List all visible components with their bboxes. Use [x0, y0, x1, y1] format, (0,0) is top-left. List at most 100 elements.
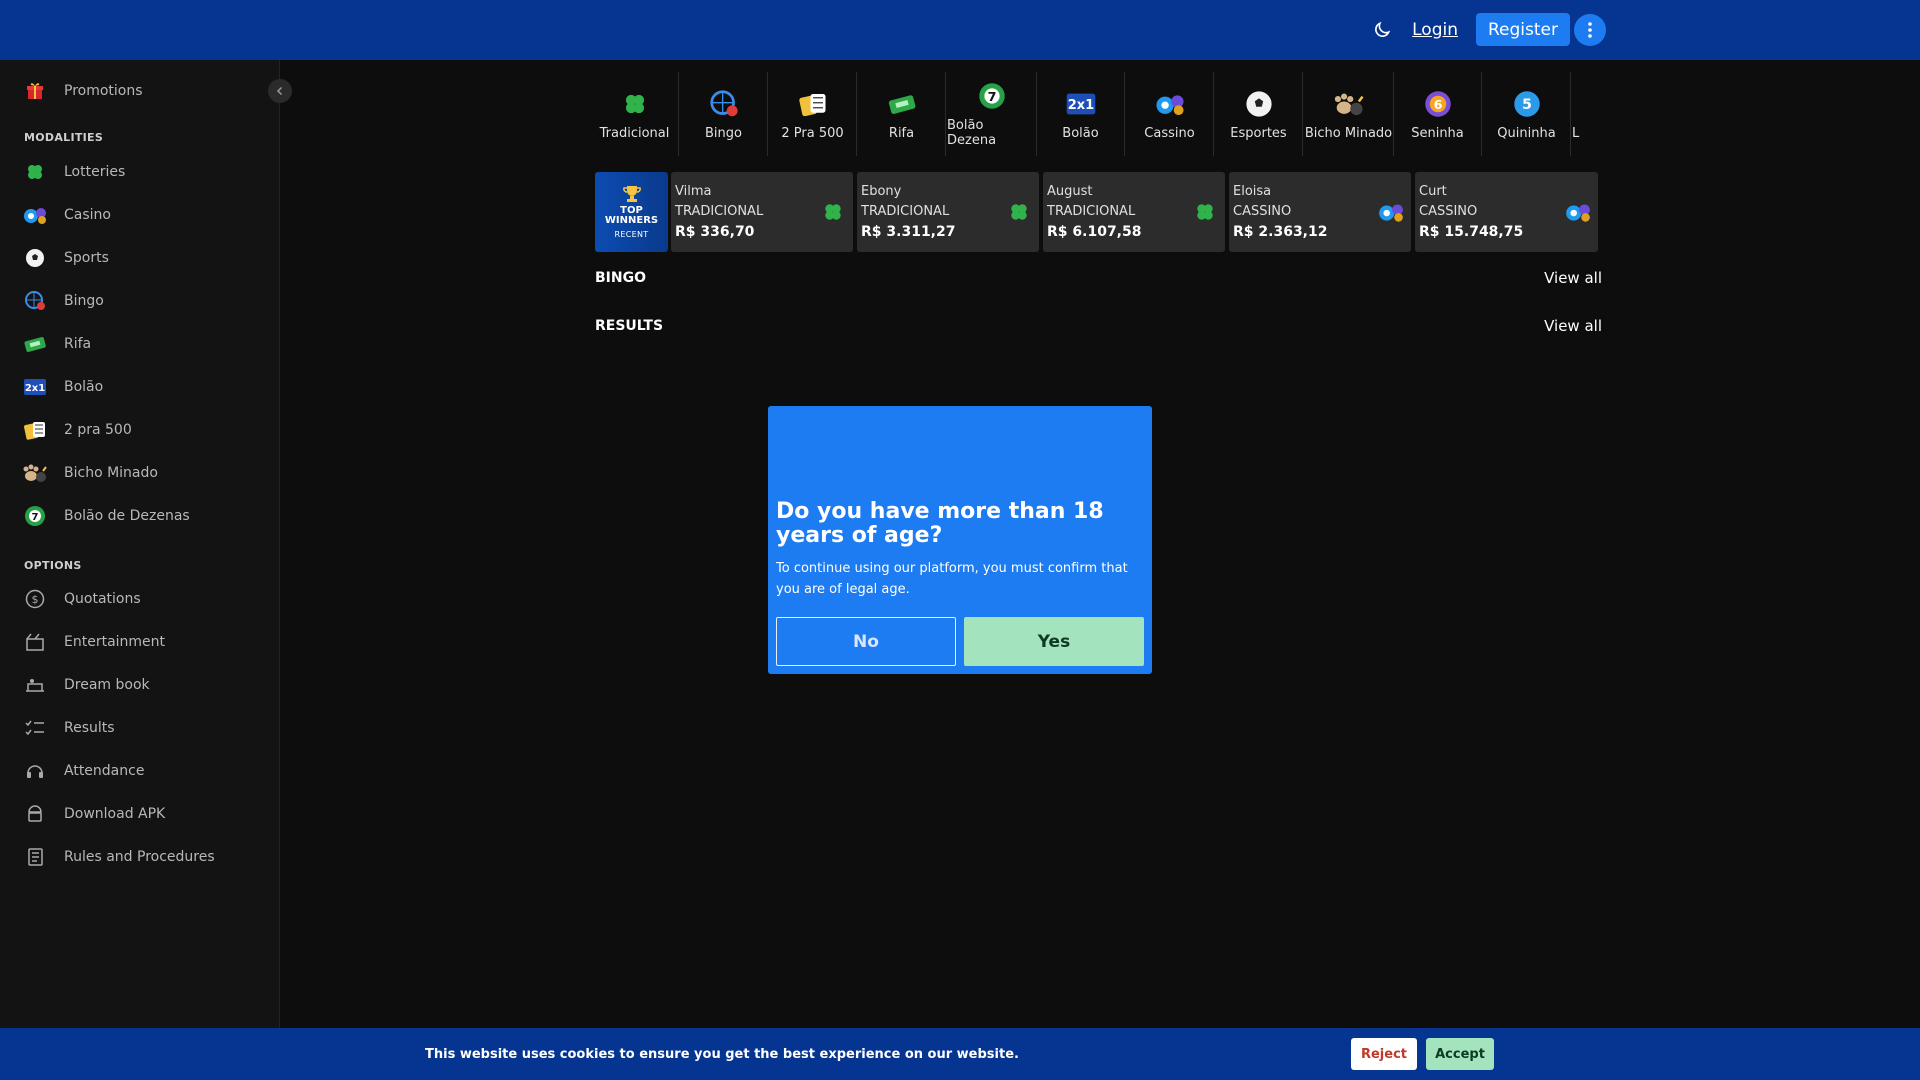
accept-cookies-button[interactable]: Accept	[1426, 1038, 1494, 1070]
sidebar-item-bolao[interactable]: 2x1 Bolão	[22, 372, 103, 402]
category-quininha[interactable]: 5 Quininha	[1483, 72, 1571, 156]
options-heading: OPTIONS	[24, 559, 82, 572]
category-cassino[interactable]: Cassino	[1126, 72, 1214, 156]
category-bolao[interactable]: 2x1 Bolão	[1037, 72, 1125, 156]
soccer-ball-icon	[1243, 88, 1275, 120]
category-label: Esportes	[1230, 125, 1287, 141]
category-rifa[interactable]: Rifa	[858, 72, 946, 156]
winners-label: WINNERS	[604, 215, 659, 226]
winner-card: Eloisa CASSINO R$ 2.363,12	[1229, 172, 1411, 252]
sidebar-item-sports[interactable]: Sports	[22, 243, 109, 273]
category-partial[interactable]: L	[1572, 72, 1604, 156]
clover-icon	[1191, 198, 1219, 226]
sidebar-item-label: Rifa	[64, 336, 92, 352]
scroll-document-icon	[22, 844, 48, 870]
sidebar-item-2-pra-500[interactable]: 2 pra 500	[22, 415, 132, 445]
clover-icon	[1005, 198, 1033, 226]
trophy-icon	[622, 186, 641, 202]
winner-card: Ebony TRADICIONAL R$ 3.311,27	[857, 172, 1039, 252]
sidebar-item-label: Dream book	[64, 677, 150, 693]
sidebar-item-download-apk[interactable]: Download APK	[22, 799, 165, 829]
category-label: Tradicional	[599, 125, 670, 141]
number-5-ball-icon: 5	[1511, 88, 1543, 120]
theme-toggle-moon-icon[interactable]	[1370, 18, 1394, 42]
sidebar-item-label: Entertainment	[64, 634, 166, 650]
category-2-pra-500[interactable]: 2 Pra 500	[769, 72, 857, 156]
top-winners-badge: TOP WINNERS RECENT	[595, 172, 668, 252]
no-button[interactable]: No	[776, 617, 956, 666]
casino-chips-icon	[1377, 198, 1405, 226]
paw-bomb-icon	[1333, 88, 1365, 120]
sidebar-item-label: Attendance	[64, 763, 145, 779]
category-label: 2 Pra 500	[781, 125, 844, 141]
sidebar-item-rules[interactable]: Rules and Procedures	[22, 842, 215, 872]
sidebar-collapse-chevron-icon[interactable]	[268, 79, 292, 103]
ticket-icon	[22, 331, 48, 357]
category-label: Bolão Dezena	[947, 118, 997, 148]
sidebar-item-bingo[interactable]: Bingo	[22, 286, 104, 316]
sidebar-item-label: Rules and Procedures	[64, 849, 215, 865]
sidebar-item-label: Bicho Minado	[64, 465, 158, 481]
sidebar-item-dream-book[interactable]: Dream book	[22, 670, 150, 700]
cookie-message: This website uses cookies to ensure you …	[425, 1046, 1019, 1062]
winner-card: Vilma TRADICIONAL R$ 336,70	[671, 172, 853, 252]
category-label: Rifa	[888, 125, 915, 141]
category-label: Seninha	[1411, 125, 1464, 141]
sidebar-item-bicho-minado[interactable]: Bicho Minado	[22, 458, 158, 488]
category-esportes[interactable]: Esportes	[1215, 72, 1303, 156]
sidebar-item-label: Bolão de Dezenas	[64, 508, 190, 524]
svg-text:2x1: 2x1	[25, 383, 45, 394]
category-label: Bingo	[705, 125, 742, 141]
sidebar-item-bolao-de-dezenas[interactable]: 7 Bolão de Dezenas	[22, 501, 190, 531]
android-icon	[22, 801, 48, 827]
svg-text:7: 7	[987, 89, 996, 104]
sidebar-item-lotteries[interactable]: Lotteries	[22, 157, 125, 187]
age-verification-modal: Do you have more than 18 years of age? T…	[768, 406, 1152, 674]
sidebar-item-quotations[interactable]: $ Quotations	[22, 584, 141, 614]
results-section-title: RESULTS	[595, 318, 664, 334]
sidebar-item-casino[interactable]: Casino	[22, 200, 111, 230]
sidebar-item-label: Quotations	[64, 591, 141, 607]
sidebar-item-label: 2 pra 500	[64, 422, 132, 438]
clover-icon	[22, 159, 48, 185]
svg-text:7: 7	[32, 512, 39, 523]
ticket-icon	[886, 88, 918, 120]
category-bolao-dezena[interactable]: 7 Bolão Dezena	[947, 72, 1037, 156]
modal-title: Do you have more than 18 years of age?	[776, 499, 1104, 548]
more-options-icon[interactable]	[1574, 13, 1606, 46]
recent-label: RECENT	[614, 230, 649, 239]
results-view-all-link[interactable]: View all	[1544, 317, 1602, 335]
sidebar-item-entertainment[interactable]: Entertainment	[22, 627, 165, 657]
sidebar-item-promotions[interactable]: Promotions	[22, 76, 143, 106]
sidebar-item-results[interactable]: Results	[22, 713, 115, 743]
category-label: L	[1572, 125, 1580, 141]
register-button[interactable]: Register	[1476, 13, 1570, 46]
svg-text:$: $	[32, 593, 39, 606]
bingo-section-title: BINGO	[595, 270, 646, 286]
clover-icon	[619, 88, 651, 120]
bingo-view-all-link[interactable]: View all	[1544, 269, 1602, 287]
dream-book-icon	[22, 672, 48, 698]
login-link[interactable]: Login	[1412, 20, 1458, 40]
category-bicho-minado[interactable]: Bicho Minado	[1304, 72, 1394, 156]
2-pra-500-cards-icon	[22, 417, 48, 443]
category-bingo[interactable]: Bingo	[680, 72, 768, 156]
category-seninha[interactable]: 6 Seninha	[1394, 72, 1482, 156]
yes-button[interactable]: Yes	[964, 617, 1144, 666]
cookie-banner: This website uses cookies to ensure you …	[0, 1028, 1920, 1080]
casino-chips-icon	[1564, 198, 1592, 226]
sidebar-item-label: Bolão	[64, 379, 104, 395]
header-actions: Login Register	[1370, 13, 1606, 46]
casino-chips-icon	[22, 202, 48, 228]
bingo-globe-icon	[708, 88, 740, 120]
sidebar-item-rifa[interactable]: Rifa	[22, 329, 91, 359]
sidebar-item-label: Casino	[64, 207, 111, 223]
sidebar-item-label: Bingo	[64, 293, 104, 309]
winner-card: August TRADICIONAL R$ 6.107,58	[1043, 172, 1225, 252]
category-tradicional[interactable]: Tradicional	[591, 72, 679, 156]
reject-cookies-button[interactable]: Reject	[1351, 1038, 1417, 1070]
sidebar-item-attendance[interactable]: Attendance	[22, 756, 144, 786]
clover-icon	[819, 198, 847, 226]
sidebar: Promotions MODALITIES Lotteries Casino S…	[0, 60, 292, 1028]
svg-text:6: 6	[1433, 97, 1442, 112]
